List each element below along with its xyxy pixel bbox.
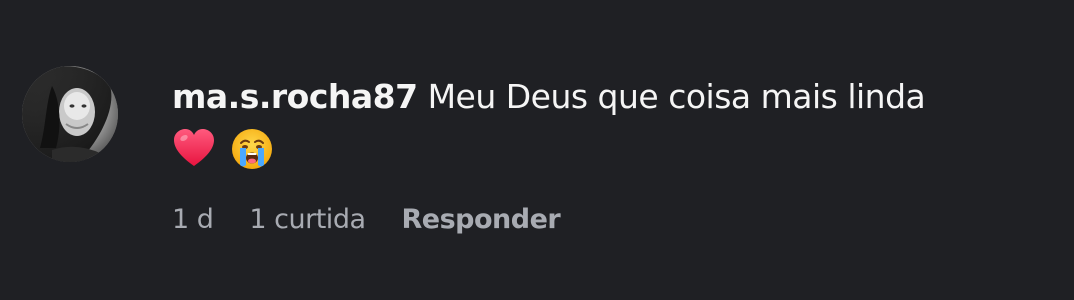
emoji-row: [172, 124, 1052, 174]
comment-body: ma.s.rocha87 Meu Deus que coisa mais lin…: [172, 72, 1052, 174]
avatar[interactable]: [22, 66, 118, 162]
comment-message: Meu Deus que coisa mais linda: [427, 77, 926, 116]
crying-face-icon: [232, 129, 272, 169]
comment-text-line: ma.s.rocha87 Meu Deus que coisa mais lin…: [172, 72, 1052, 122]
comment-timestamp: 1 d: [172, 204, 214, 235]
heart-icon: [174, 129, 214, 166]
avatar-image: [22, 66, 118, 162]
likes-count-link[interactable]: 1 curtida: [249, 198, 366, 242]
reply-button[interactable]: Responder: [402, 198, 561, 242]
username-link[interactable]: ma.s.rocha87: [172, 77, 418, 116]
comment: ma.s.rocha87 Meu Deus que coisa mais lin…: [0, 0, 1074, 300]
comment-meta: 1 d 1 curtida Responder: [172, 198, 561, 242]
